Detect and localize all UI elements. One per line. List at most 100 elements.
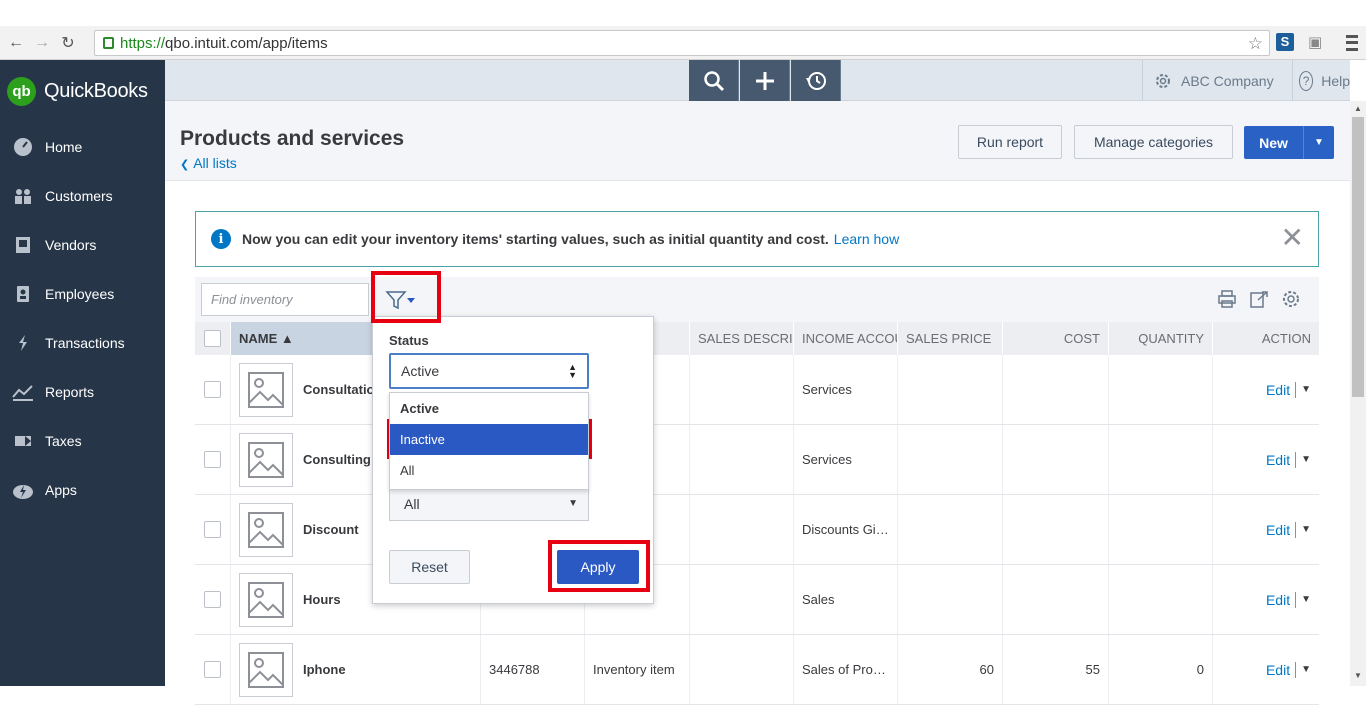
status-select-value: Active	[401, 363, 440, 379]
sidebar-item-taxes[interactable]: Taxes	[0, 416, 165, 465]
image-placeholder-icon[interactable]	[239, 432, 293, 487]
run-report-button[interactable]: Run report	[958, 125, 1062, 159]
page-title: Products and services	[180, 127, 405, 150]
close-icon[interactable]: ✕	[1281, 224, 1304, 252]
column-header-action: ACTION	[1261, 331, 1311, 346]
price-cell: 60	[898, 635, 1003, 704]
sidebar-item-label: Home	[45, 138, 83, 155]
learn-how-link[interactable]: Learn how	[834, 231, 899, 247]
company-settings[interactable]: ABC Company	[1142, 60, 1292, 101]
name-cell: Iphone	[231, 635, 481, 704]
sidebar-item-transactions[interactable]: Transactions	[0, 318, 165, 367]
edit-link[interactable]: Edit	[1266, 382, 1290, 398]
chevron-down-icon[interactable]: ▼	[1301, 454, 1311, 465]
image-placeholder-icon[interactable]	[239, 362, 293, 417]
row-checkbox[interactable]	[204, 451, 221, 468]
find-inventory-input[interactable]: Find inventory	[201, 283, 369, 316]
chevron-down-icon[interactable]: ▼	[1301, 594, 1311, 605]
action-cell: Edit ▼	[1213, 635, 1319, 704]
settings-gear-icon[interactable]	[1281, 289, 1301, 314]
select-all-checkbox[interactable]	[204, 330, 221, 347]
edit-link[interactable]: Edit	[1266, 662, 1290, 678]
row-checkbox[interactable]	[204, 521, 221, 538]
sidebar-item-customers[interactable]: Customers	[0, 171, 165, 220]
extension-s-icon[interactable]: S	[1276, 33, 1294, 51]
browser-menu-icon[interactable]	[1344, 33, 1360, 53]
column-header-income-account[interactable]: INCOME ACCOU	[794, 322, 898, 355]
chevron-down-icon[interactable]: ▼	[1301, 384, 1311, 395]
sidebar-item-home[interactable]: Home	[0, 122, 165, 171]
item-name: Discount	[303, 522, 359, 537]
reload-icon[interactable]: ↻	[58, 33, 78, 53]
edit-link[interactable]: Edit	[1266, 522, 1290, 538]
row-checkbox[interactable]	[204, 381, 221, 398]
type-cell: Inventory item	[585, 635, 690, 704]
address-bar[interactable]: https:// qbo.intuit.com/app/items ☆	[94, 30, 1270, 56]
row-checkbox[interactable]	[204, 661, 221, 678]
highlight-filter-box	[371, 271, 441, 323]
desc-cell	[690, 565, 794, 634]
extension-icon[interactable]: ▣	[1308, 33, 1326, 51]
export-icon[interactable]	[1249, 289, 1269, 314]
table-header: NAME ▲ SALES DESCRIP INCOME ACCOU SALES …	[195, 322, 1319, 355]
column-header-sales-desc[interactable]: SALES DESCRIP	[690, 322, 794, 355]
recent-history-icon[interactable]	[791, 60, 841, 101]
bookmark-star-icon[interactable]: ☆	[1248, 34, 1263, 54]
dashboard-icon	[12, 137, 34, 157]
new-button[interactable]: New ▼	[1244, 126, 1334, 159]
scroll-up-icon[interactable]: ▲	[1354, 104, 1362, 113]
help-button[interactable]: ? Help	[1292, 60, 1350, 101]
sidebar-item-reports[interactable]: Reports	[0, 367, 165, 416]
back-arrow-icon[interactable]: ←	[6, 33, 26, 53]
desc-cell	[690, 425, 794, 494]
action-cell: Edit ▼	[1213, 565, 1319, 634]
cost-cell	[1003, 425, 1109, 494]
price-cell	[898, 355, 1003, 424]
all-lists-link[interactable]: ❮ All lists	[180, 155, 237, 171]
price-cell	[898, 495, 1003, 564]
column-header-sales-price[interactable]: SALES PRICE	[898, 322, 1003, 355]
reset-button[interactable]: Reset	[389, 550, 470, 584]
sidebar-item-apps[interactable]: Apps	[0, 465, 165, 514]
sidebar-item-employees[interactable]: Employees	[0, 269, 165, 318]
print-icon[interactable]	[1217, 289, 1237, 314]
status-option-all[interactable]: All	[390, 455, 588, 486]
column-header-quantity[interactable]: QUANTITY	[1109, 322, 1213, 355]
chevron-down-icon[interactable]: ▼	[1304, 126, 1334, 159]
action-cell: Edit ▼	[1213, 355, 1319, 424]
image-placeholder-icon[interactable]	[239, 572, 293, 627]
plus-icon[interactable]	[740, 60, 790, 101]
scroll-down-icon[interactable]: ▼	[1354, 671, 1362, 680]
price-cell	[898, 425, 1003, 494]
main-content: i Now you can edit your inventory items'…	[165, 181, 1350, 705]
row-select-cell	[195, 355, 231, 424]
search-icon[interactable]	[689, 60, 739, 101]
manage-categories-button[interactable]: Manage categories	[1074, 125, 1233, 159]
row-checkbox[interactable]	[204, 591, 221, 608]
chevron-down-icon[interactable]: ▼	[1301, 524, 1311, 535]
status-option-inactive[interactable]: Inactive	[390, 424, 588, 455]
status-option-active[interactable]: Active	[390, 393, 588, 424]
page-scrollbar[interactable]: ▲ ▼	[1350, 101, 1366, 686]
edit-link[interactable]: Edit	[1266, 452, 1290, 468]
row-select-cell	[195, 495, 231, 564]
column-header-cost[interactable]: COST	[1003, 322, 1109, 355]
quickbooks-logo[interactable]: qb QuickBooks	[0, 60, 165, 122]
scroll-thumb[interactable]	[1352, 117, 1364, 397]
sidebar-item-label: Apps	[45, 481, 77, 498]
status-select[interactable]: Active ▲ ▼	[389, 353, 589, 389]
cost-cell	[1003, 495, 1109, 564]
new-button-label[interactable]: New	[1244, 126, 1304, 159]
item-name: Consultatio	[303, 382, 375, 397]
image-placeholder-icon[interactable]	[239, 642, 293, 697]
lock-icon	[103, 37, 114, 49]
sidebar-item-vendors[interactable]: Vendors	[0, 220, 165, 269]
chevron-down-icon[interactable]: ▼	[1301, 664, 1311, 675]
type-select[interactable]: All ▼	[389, 487, 589, 521]
sidebar-item-label: Customers	[45, 187, 113, 204]
edit-link[interactable]: Edit	[1266, 592, 1290, 608]
forward-arrow-icon[interactable]: →	[32, 33, 52, 53]
qty-cell: 0	[1109, 635, 1213, 704]
image-placeholder-icon[interactable]	[239, 502, 293, 557]
action-cell: Edit ▼	[1213, 495, 1319, 564]
